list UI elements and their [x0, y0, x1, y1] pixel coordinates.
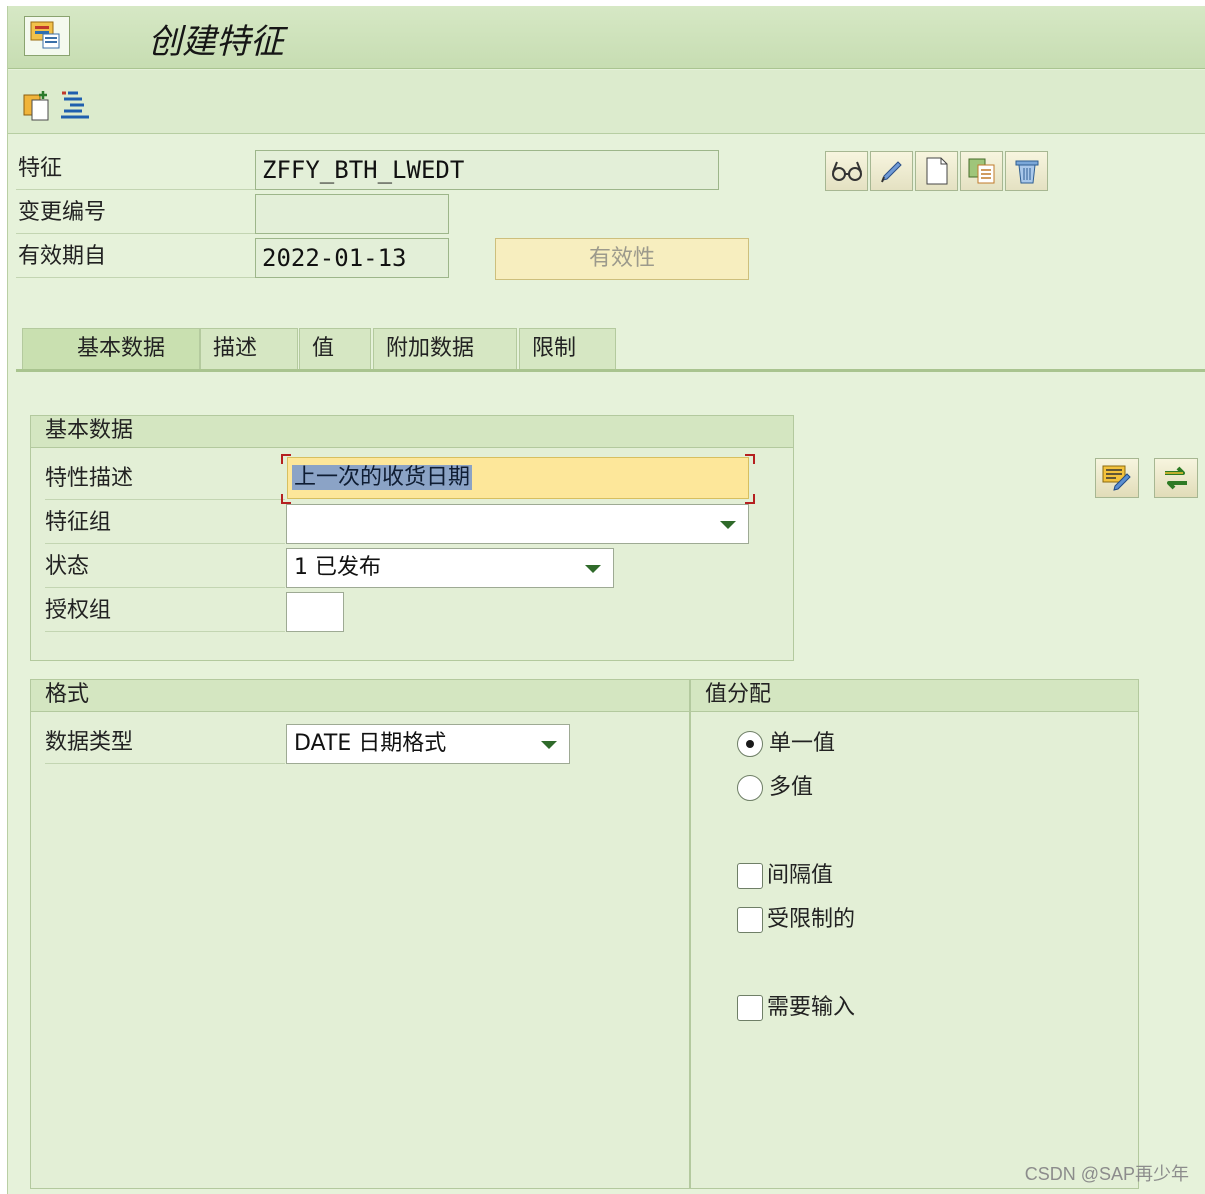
copy-icon[interactable] — [960, 151, 1003, 191]
value-assignment-group: 值分配 单一值 多值 间隔值 受限制的 需要输入 — [690, 679, 1139, 1189]
single-value-radio[interactable] — [737, 731, 763, 757]
tab-restrictions-label: 限制 — [532, 336, 577, 361]
hierarchy-icon[interactable] — [58, 88, 92, 122]
tab-restrictions[interactable]: 限制 — [519, 328, 616, 370]
datatype-dropdown[interactable]: DATE 日期格式 — [286, 724, 570, 764]
char-group-label: 特征组 — [45, 504, 285, 544]
tab-additional-data-label: 附加数据 — [386, 336, 475, 361]
chevron-down-icon[interactable] — [720, 521, 736, 529]
auth-group-input[interactable] — [286, 592, 344, 632]
multiple-values-label: 多值 — [769, 775, 814, 800]
basic-data-group: 基本数据 特性描述 上一次的收货日期 特征组 状态 1 已发布 授权组 — [30, 415, 794, 661]
focus-corner-bl — [281, 494, 291, 504]
status-dropdown[interactable]: 1 已发布 — [286, 548, 614, 588]
interval-values-checkbox[interactable] — [737, 863, 763, 889]
value-assignment-title: 值分配 — [691, 680, 1138, 712]
radio-selected-dot — [746, 740, 754, 748]
auth-group-label: 授权组 — [45, 592, 285, 632]
delete-trash-icon[interactable] — [1005, 151, 1048, 191]
entry-required-checkbox[interactable] — [737, 995, 763, 1021]
status-label: 状态 — [45, 548, 285, 588]
tab-values-label: 值 — [312, 336, 335, 361]
change-number-field[interactable] — [255, 194, 449, 234]
format-title: 格式 — [31, 680, 689, 712]
interval-values-label: 间隔值 — [767, 863, 834, 888]
sap-window: 创建特征 特征 ZFFY_BTH_LWEDT 变更编号 有效期自 2022-01… — [7, 6, 1205, 1194]
tab-underline — [16, 369, 1205, 372]
focus-corner-tl — [281, 454, 291, 464]
focus-corner-br — [745, 494, 755, 504]
title-bar: 创建特征 — [8, 6, 1205, 69]
basic-data-title: 基本数据 — [31, 416, 793, 448]
single-value-label: 单一值 — [769, 731, 836, 756]
tab-description[interactable]: 描述 — [200, 328, 298, 370]
restricted-label: 受限制的 — [767, 907, 856, 932]
characteristic-label: 特征 — [16, 150, 256, 190]
change-number-label: 变更编号 — [16, 194, 256, 234]
tab-basic-data-label: 基本数据 — [77, 336, 166, 361]
switch-arrows-icon[interactable] — [1154, 458, 1198, 498]
display-glasses-icon[interactable] — [825, 151, 868, 191]
format-group: 格式 数据类型 DATE 日期格式 — [30, 679, 690, 1189]
entry-required-label: 需要输入 — [767, 995, 856, 1020]
datatype-value: DATE 日期格式 — [294, 731, 447, 756]
characteristic-field[interactable]: ZFFY_BTH_LWEDT — [255, 150, 719, 190]
application-toolbar — [8, 70, 1205, 134]
restricted-checkbox[interactable] — [737, 907, 763, 933]
valid-from-label: 有效期自 — [16, 238, 256, 278]
maintain-text-icon[interactable] — [1095, 458, 1139, 498]
description-input[interactable]: 上一次的收货日期 — [287, 457, 749, 499]
copy-from-icon[interactable] — [20, 88, 54, 122]
tab-values[interactable]: 值 — [299, 328, 371, 370]
description-label: 特性描述 — [45, 460, 285, 500]
valid-from-field[interactable]: 2022-01-13 — [255, 238, 449, 278]
tab-additional-data[interactable]: 附加数据 — [373, 328, 517, 370]
chevron-down-icon[interactable] — [541, 741, 557, 749]
watermark: CSDN @SAP再少年 — [1024, 1164, 1189, 1184]
chevron-down-icon[interactable] — [585, 565, 601, 573]
description-selected-text: 上一次的收货日期 — [292, 465, 473, 490]
page-title: 创建特征 — [148, 22, 284, 62]
edit-pencil-icon[interactable] — [870, 151, 913, 191]
new-document-icon[interactable] — [915, 151, 958, 191]
char-group-dropdown[interactable] — [286, 504, 749, 544]
status-value: 1 已发布 — [294, 555, 381, 580]
tab-description-label: 描述 — [213, 336, 258, 361]
multiple-values-radio[interactable] — [737, 775, 763, 801]
focus-corner-tr — [745, 454, 755, 464]
datatype-label: 数据类型 — [45, 724, 285, 764]
tab-basic-data[interactable]: 基本数据 — [22, 328, 200, 371]
transaction-icon[interactable] — [24, 16, 70, 56]
validity-button[interactable]: 有效性 — [495, 238, 749, 280]
